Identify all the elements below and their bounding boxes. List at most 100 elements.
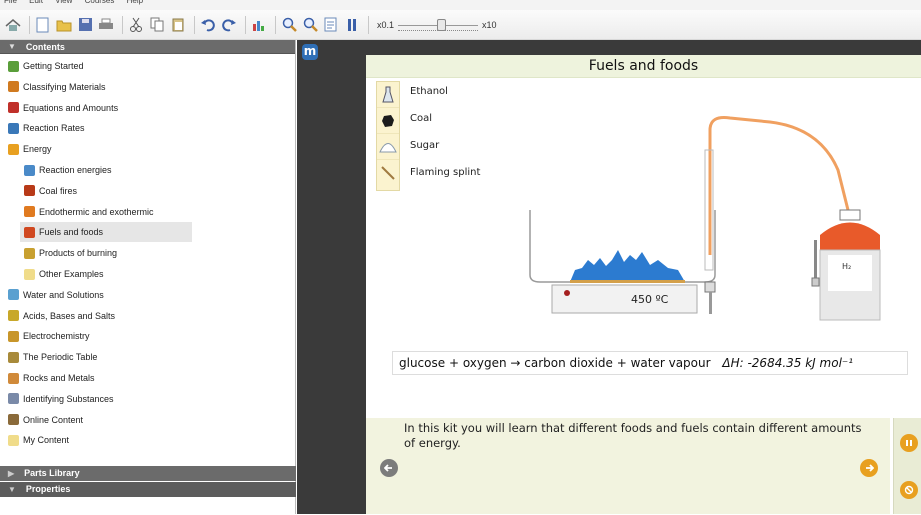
- pause-page-button[interactable]: [900, 434, 918, 452]
- electro-icon: [6, 329, 20, 343]
- sugar-pile-icon[interactable]: [377, 134, 399, 160]
- fuels-icon: [22, 225, 36, 239]
- sidebar-item-label: Getting Started: [23, 61, 84, 71]
- pause-icon[interactable]: [343, 16, 361, 34]
- sidebar-item-label: My Content: [23, 435, 70, 446]
- save-icon[interactable]: [76, 16, 94, 34]
- folder-icon: [22, 267, 36, 281]
- sidebar-item-label: Water and Solutions: [23, 289, 104, 300]
- sidebar-item-label: Electrochemistry: [23, 331, 90, 342]
- probe-handle: [704, 281, 716, 293]
- sidebar-item[interactable]: Water and Solutions: [0, 285, 295, 305]
- sidebar-item[interactable]: Acids, Bases and Salts: [0, 306, 295, 326]
- sidebar-item[interactable]: Identifying Substances: [0, 389, 295, 409]
- flame: [570, 250, 685, 282]
- part-label-coal: Coal: [410, 113, 433, 124]
- gas-control-slider: [814, 240, 817, 280]
- side-controls: [893, 418, 921, 514]
- sidebar-item[interactable]: Equations and Amounts: [0, 98, 295, 118]
- sidebar-item[interactable]: My Content: [0, 430, 295, 450]
- sidebar-item-label: Products of burning: [39, 248, 118, 259]
- arrow-left-icon: [384, 464, 392, 472]
- part-label-sugar: Sugar: [410, 140, 440, 151]
- new-document-icon[interactable]: [34, 16, 52, 34]
- sidebar-item-label: Other Examples: [39, 269, 104, 279]
- menu-courses[interactable]: Courses: [85, 0, 115, 5]
- next-page-button[interactable]: [860, 459, 878, 477]
- contents-tree: Getting Started Classifying Materials Equa…: [0, 54, 295, 464]
- sidebar-item[interactable]: Rocks and Metals: [0, 368, 295, 388]
- sidebar-item-label: Fuels and foods: [39, 227, 104, 238]
- sidebar-item[interactable]: Reaction energies: [20, 160, 192, 180]
- sidebar-item-label: Classifying Materials: [23, 81, 106, 92]
- periodic-icon: [6, 350, 20, 364]
- sidebar-item[interactable]: The Periodic Table: [0, 347, 295, 367]
- speed-slider[interactable]: [398, 18, 479, 31]
- zoom-out-icon[interactable]: [301, 16, 319, 34]
- home-icon[interactable]: [4, 16, 22, 34]
- sidebar-item[interactable]: Other Examples: [20, 264, 192, 284]
- sidebar-item-label: Energy: [23, 144, 52, 155]
- contents-header[interactable]: ▼ Contents: [0, 40, 295, 54]
- previous-page-button[interactable]: [380, 459, 398, 477]
- sidebar-item[interactable]: Endothermic and exothermic: [20, 202, 192, 222]
- equation-box: glucose + oxygen → carbon dioxide + wate…: [392, 351, 908, 375]
- ethanol-bottle-icon[interactable]: [377, 82, 399, 108]
- sidebar-item[interactable]: Electrochemistry: [0, 326, 295, 346]
- menu-view[interactable]: View: [55, 0, 72, 5]
- reset-page-button[interactable]: [900, 481, 918, 499]
- gas-cylinder-valve: [839, 209, 861, 221]
- online-icon: [6, 413, 20, 427]
- toolbar-separator: [368, 15, 369, 34]
- speed-max-label: x10: [482, 19, 497, 30]
- flaming-splint-icon[interactable]: [377, 160, 399, 186]
- properties-header[interactable]: ▼ Properties: [0, 482, 296, 497]
- water-icon: [6, 288, 20, 302]
- part-label-ethanol: Ethanol: [410, 86, 448, 97]
- sidebar-item[interactable]: Fuels and foods: [20, 222, 192, 243]
- fit-page-icon[interactable]: [322, 16, 340, 34]
- sidebar-item[interactable]: Energy: [0, 139, 295, 159]
- sidebar: ▼ Contents Getting Started Classifying Ma…: [0, 40, 296, 514]
- sidebar-item[interactable]: Classifying Materials: [0, 77, 295, 97]
- part-label-flaming-splint: Flaming splint: [410, 167, 481, 178]
- coal-lump-icon[interactable]: [377, 108, 399, 134]
- parts-library-header[interactable]: ▶ Parts Library: [0, 466, 296, 481]
- sidebar-item-label: Equations and Amounts: [23, 102, 119, 113]
- speed-min-label: x0.1: [377, 19, 395, 30]
- menu-help[interactable]: Help: [127, 0, 143, 5]
- undo-icon[interactable]: [199, 16, 217, 34]
- collapse-arrow-icon: ▼: [8, 41, 16, 51]
- sidebar-item[interactable]: Coal fires: [20, 181, 192, 201]
- sidebar-item-label: The Periodic Table: [23, 352, 98, 363]
- temperature-readout: 450 ºC: [631, 293, 669, 306]
- collapse-arrow-icon: ▼: [8, 485, 16, 494]
- arrow-right-icon: [866, 464, 874, 472]
- folder-icon: [6, 433, 20, 447]
- copy-icon[interactable]: [148, 16, 166, 34]
- redo-icon[interactable]: [220, 16, 238, 34]
- chart-icon[interactable]: [250, 16, 268, 34]
- speed-slider-thumb[interactable]: [437, 18, 447, 31]
- sidebar-item[interactable]: Products of burning: [20, 243, 192, 263]
- coal-fires-icon: [22, 184, 36, 198]
- print-icon[interactable]: [97, 16, 115, 34]
- products-icon: [22, 246, 36, 260]
- sidebar-item-label: Coal fires: [39, 185, 78, 196]
- expand-arrow-icon: ▶: [8, 469, 15, 478]
- sidebar-item[interactable]: Getting Started: [0, 56, 295, 76]
- properties-label: Properties: [25, 484, 71, 494]
- open-folder-icon[interactable]: [55, 16, 73, 34]
- page-title: Fuels and foods: [366, 55, 921, 78]
- hot-plate-light: [564, 290, 570, 296]
- no-entry-icon: [904, 485, 914, 495]
- rates-icon: [6, 121, 20, 135]
- sidebar-item[interactable]: Online Content: [0, 410, 295, 430]
- toolbar-separator: [122, 15, 123, 34]
- menu-edit[interactable]: Edit: [29, 0, 43, 5]
- cut-icon[interactable]: [127, 16, 145, 34]
- paste-icon[interactable]: [169, 16, 187, 34]
- menu-file[interactable]: File: [4, 0, 17, 5]
- zoom-in-icon[interactable]: [280, 16, 298, 34]
- sidebar-item[interactable]: Reaction Rates: [0, 118, 295, 138]
